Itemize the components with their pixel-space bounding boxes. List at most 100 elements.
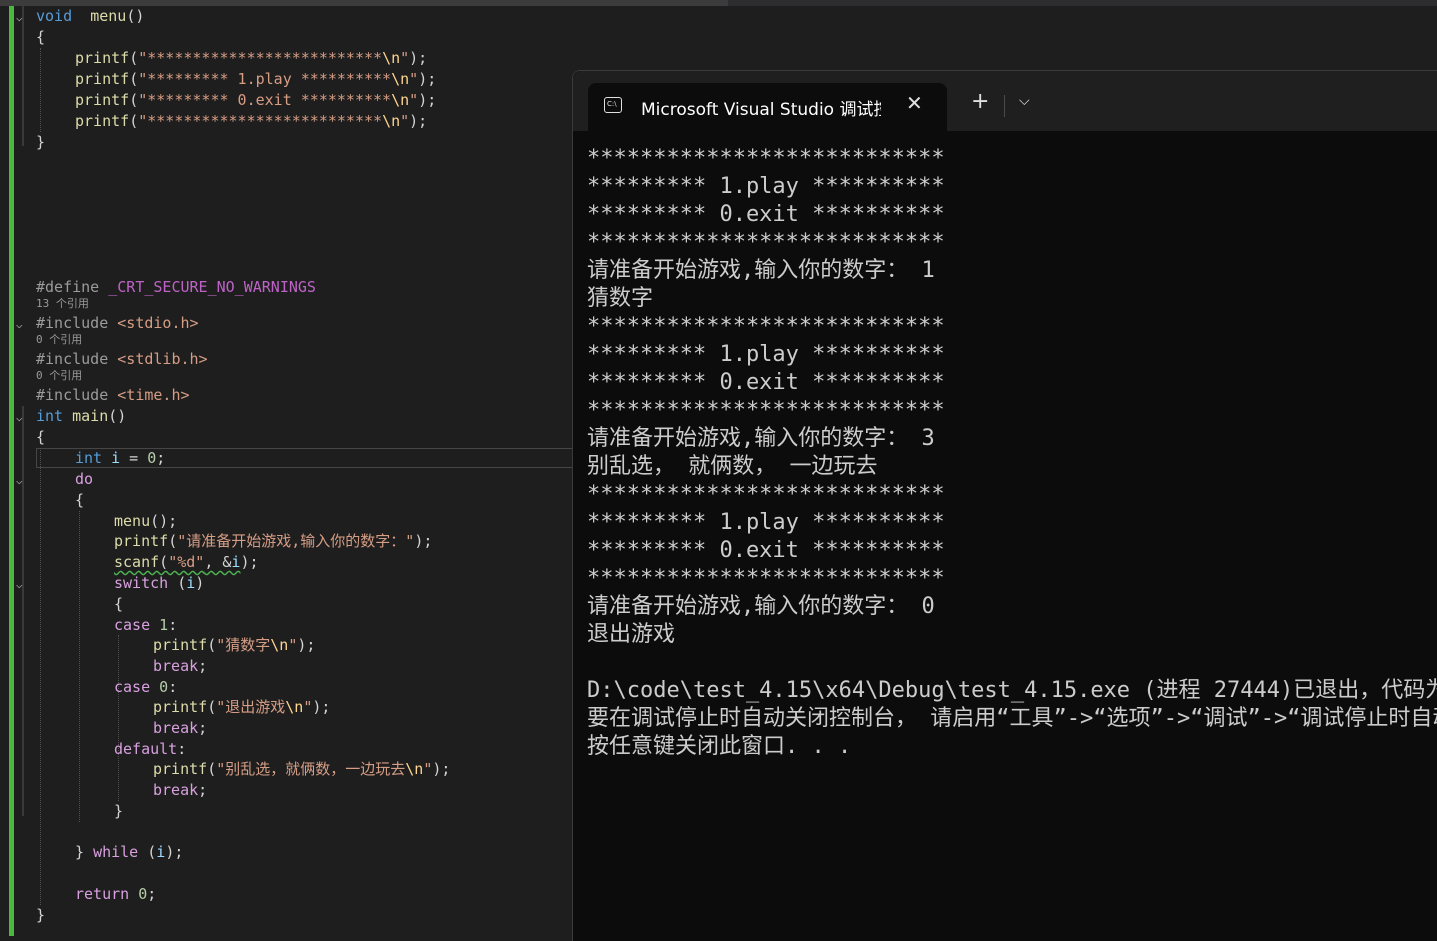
code-text: switch (i)	[114, 573, 204, 594]
code-line[interactable]: printf("********* 1.play **********\n");	[0, 69, 575, 90]
code-line[interactable]: printf("请准备开始游戏,输入你的数字：");	[0, 531, 575, 552]
code-token: ;	[198, 719, 208, 737]
code-line[interactable]: }	[0, 132, 575, 153]
console-line: 请准备开始游戏,输入你的数字： 1	[587, 258, 935, 283]
code-text: {	[114, 594, 123, 615]
codelens-reference-count[interactable]: 0 个引用	[36, 332, 82, 348]
code-token: (	[207, 760, 217, 778]
fold-chevron-icon[interactable]: ⌵	[16, 407, 23, 428]
code-line[interactable]: {	[0, 427, 575, 448]
code-token: }	[36, 906, 46, 924]
console-tab[interactable]: C:\ Microsoft Visual Studio 调试控制台 ✕	[588, 83, 947, 131]
code-line[interactable]: }	[0, 801, 575, 822]
code-line[interactable]: printf("猜数字\n");	[0, 635, 575, 656]
code-line[interactable]: case 1:	[0, 615, 575, 636]
code-line[interactable]: printf("**************************\n");	[0, 111, 575, 132]
code-line[interactable]: break;	[0, 780, 575, 801]
code-token: printf	[75, 112, 130, 130]
console-line: ***************************	[587, 146, 945, 171]
code-token: ;	[198, 781, 208, 799]
code-line[interactable]: printf("**************************\n");	[0, 48, 575, 69]
code-line[interactable]: break;	[0, 718, 575, 739]
codelens-reference-count[interactable]: 13 个引用	[36, 296, 89, 312]
code-line[interactable]: ⌵ do	[0, 469, 575, 490]
new-tab-button[interactable]: +	[971, 89, 989, 114]
code-text: }	[114, 801, 123, 822]
code-text: } while (i);	[75, 842, 183, 863]
code-token: "********* 1.play **********	[138, 70, 392, 88]
code-line[interactable]: case 0:	[0, 677, 575, 698]
code-token: printf	[75, 91, 130, 109]
code-text: #include <stdlib.h>	[36, 349, 208, 370]
code-token: "	[288, 636, 298, 654]
console-line: ***************************	[587, 566, 945, 591]
fold-chevron-icon[interactable]: ⌵	[16, 7, 23, 28]
code-token: 0	[159, 678, 169, 696]
code-line[interactable]: return 0;	[0, 884, 575, 905]
code-token: ;	[156, 449, 166, 467]
code-token: scanf	[114, 553, 160, 571]
code-line[interactable]: {	[0, 594, 575, 615]
code-token: \n	[270, 636, 289, 654]
code-line[interactable]: #define _CRT_SECURE_NO_WARNINGS	[0, 277, 575, 298]
code-line[interactable]: }	[0, 905, 575, 926]
code-line[interactable]: {	[0, 27, 575, 48]
code-text: default:	[114, 739, 186, 760]
code-text: break;	[153, 780, 207, 801]
code-text: void menu()	[36, 6, 144, 27]
code-line[interactable]: menu();	[0, 511, 575, 532]
code-line[interactable]: #include <time.h>	[0, 385, 575, 406]
fold-chevron-icon[interactable]: ⌵	[16, 574, 23, 595]
code-text: menu();	[114, 511, 177, 532]
chevron-down-icon[interactable]: ⌵	[1019, 93, 1030, 109]
code-token: "	[400, 49, 410, 67]
code-token: :	[168, 616, 178, 634]
tab-separator	[1004, 95, 1005, 117]
code-token: (	[129, 49, 139, 67]
code-token: i	[186, 574, 196, 592]
code-line[interactable]: ⌵ void menu()	[0, 6, 575, 27]
close-icon[interactable]: ✕	[906, 91, 923, 115]
code-line[interactable]: ⌵ switch (i)	[0, 573, 575, 594]
code-token: ;	[147, 885, 157, 903]
code-text: #include <time.h>	[36, 385, 190, 406]
code-token: (	[159, 553, 169, 571]
code-line[interactable]: ⌵ #include <stdio.h>	[0, 313, 575, 334]
codelens-reference-count[interactable]: 0 个引用	[36, 368, 82, 384]
console-window[interactable]: C:\ Microsoft Visual Studio 调试控制台 ✕ + ⌵ …	[572, 70, 1437, 941]
code-line[interactable]: {	[0, 490, 575, 511]
code-token: {	[36, 28, 46, 46]
code-line[interactable]: #include <stdlib.h>	[0, 349, 575, 370]
code-token: printf	[114, 532, 169, 550]
code-token: (	[129, 91, 139, 109]
code-token: printf	[153, 636, 208, 654]
code-text: #include <stdio.h>	[36, 313, 199, 334]
fold-chevron-icon[interactable]: ⌵	[16, 314, 23, 335]
fold-chevron-icon[interactable]: ⌵	[16, 470, 23, 491]
code-line[interactable]: break;	[0, 656, 575, 677]
code-line[interactable]: } while (i);	[0, 842, 575, 863]
code-token: (	[168, 574, 187, 592]
code-line[interactable]: printf("别乱选，就俩数，一边玩去\n");	[0, 759, 575, 780]
code-token: "猜数字	[216, 636, 271, 654]
code-line[interactable]: int i = 0;	[0, 448, 575, 469]
console-line: ********* 1.play **********	[587, 510, 945, 535]
code-token: {	[114, 595, 124, 613]
code-line[interactable]: printf("退出游戏\n");	[0, 697, 575, 718]
code-token: "请准备开始游戏,输入你的数字：	[177, 532, 406, 550]
code-token: (	[129, 70, 139, 88]
code-line[interactable]: scanf("%d", &i);	[0, 552, 575, 573]
code-line[interactable]: ⌵ int main()	[0, 406, 575, 427]
code-line[interactable]: printf("********* 0.exit **********\n");	[0, 90, 575, 111]
console-line: ***************************	[587, 230, 945, 255]
code-line[interactable]: default:	[0, 739, 575, 760]
code-token: (	[138, 843, 157, 861]
code-text: printf("**************************\n");	[75, 48, 427, 69]
code-token: printf	[153, 698, 208, 716]
code-text: printf("********* 1.play **********\n");	[75, 69, 436, 90]
code-token: case	[114, 678, 151, 696]
